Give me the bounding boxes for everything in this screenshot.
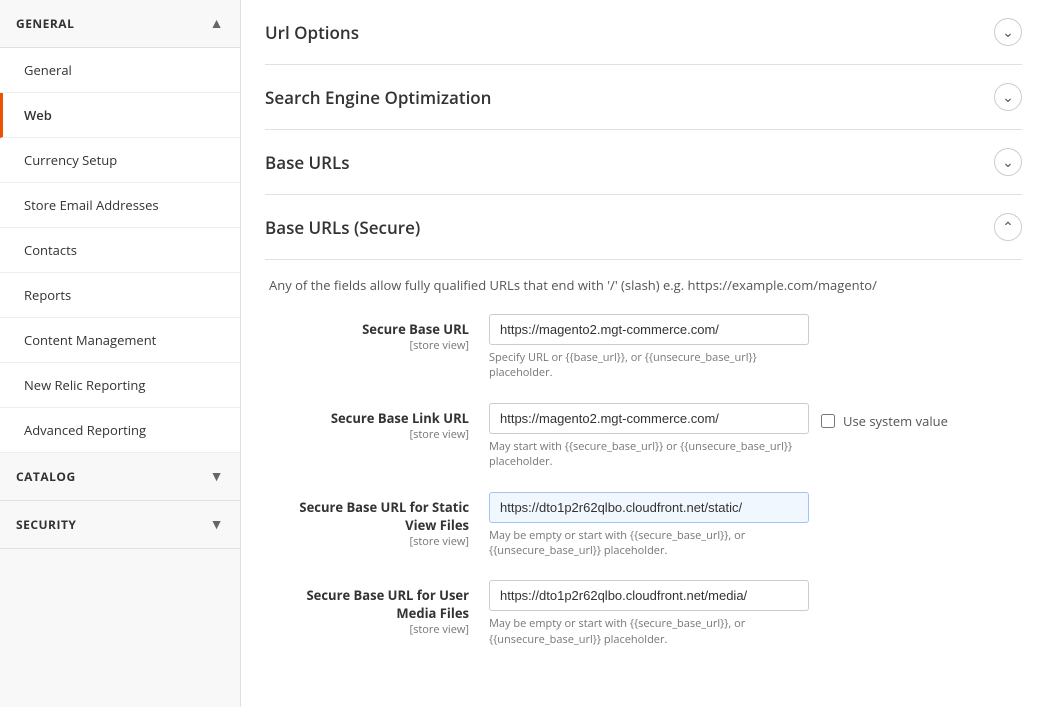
sublabel-secure-base-url-static: [store view] bbox=[269, 534, 469, 549]
system-value-row: Use system value bbox=[821, 412, 948, 430]
chevron-up-icon: ⌃ bbox=[1002, 218, 1014, 237]
sidebar-item-web[interactable]: Web bbox=[0, 93, 240, 138]
section-url-options[interactable]: Url Options ⌄ bbox=[265, 0, 1022, 65]
label-secure-base-url-media: Secure Base URL for User Media Files bbox=[269, 586, 469, 622]
sublabel-secure-base-url-media: [store view] bbox=[269, 622, 469, 637]
sidebar-section-catalog[interactable]: CATALOG ▼ bbox=[0, 453, 240, 501]
section-url-options-title: Url Options bbox=[265, 21, 359, 44]
help-secure-base-link-url: May start with {{secure_base_url}} or {{… bbox=[489, 439, 809, 470]
label-secure-base-url-static: Secure Base URL for Static View Files bbox=[269, 498, 469, 534]
help-secure-base-url: Specify URL or {{base_url}}, or {{unsecu… bbox=[489, 350, 809, 381]
sidebar-item-content-management[interactable]: Content Management bbox=[0, 318, 240, 363]
form-row-secure-base-url-media: Secure Base URL for User Media Files [st… bbox=[265, 580, 1022, 647]
sidebar-section-catalog-label: CATALOG bbox=[16, 468, 76, 485]
sidebar-item-new-relic[interactable]: New Relic Reporting bbox=[0, 363, 240, 408]
label-col-secure-base-link-url: Secure Base Link URL [store view] bbox=[269, 403, 489, 442]
label-secure-base-url: Secure Base URL bbox=[269, 320, 469, 338]
input-col-secure-base-url-static: May be empty or start with {{secure_base… bbox=[489, 492, 1018, 559]
sublabel-secure-base-url: [store view] bbox=[269, 338, 469, 353]
sidebar-section-general-label: GENERAL bbox=[16, 15, 74, 32]
system-value-checkbox[interactable] bbox=[821, 414, 835, 428]
sidebar-item-general[interactable]: General bbox=[0, 48, 240, 93]
sidebar-item-advanced-reporting[interactable]: Advanced Reporting bbox=[0, 408, 240, 453]
sidebar: GENERAL ▲ General Web Currency Setup Sto… bbox=[0, 0, 241, 707]
input-secure-base-url-static[interactable] bbox=[489, 492, 809, 523]
label-col-secure-base-url: Secure Base URL [store view] bbox=[269, 314, 489, 353]
section-base-urls-title: Base URLs bbox=[265, 151, 350, 174]
sidebar-item-reports[interactable]: Reports bbox=[0, 273, 240, 318]
section-base-urls-secure[interactable]: Base URLs (Secure) ⌃ bbox=[265, 195, 1022, 260]
section-base-urls-secure-title: Base URLs (Secure) bbox=[265, 216, 420, 239]
input-secure-base-link-url[interactable] bbox=[489, 403, 809, 434]
input-col-secure-base-url-media: May be empty or start with {{secure_base… bbox=[489, 580, 1018, 647]
form-row-secure-base-url: Secure Base URL [store view] Specify URL… bbox=[265, 314, 1022, 381]
sidebar-section-general[interactable]: GENERAL ▲ bbox=[0, 0, 240, 48]
chevron-down-icon: ⌄ bbox=[1002, 23, 1014, 42]
section-base-urls[interactable]: Base URLs ⌄ bbox=[265, 130, 1022, 195]
input-col-secure-base-url: Specify URL or {{base_url}}, or {{unsecu… bbox=[489, 314, 1018, 381]
chevron-down-icon-seo: ⌄ bbox=[1002, 88, 1014, 107]
section-seo-title: Search Engine Optimization bbox=[265, 86, 491, 109]
sidebar-item-currency-setup[interactable]: Currency Setup bbox=[0, 138, 240, 183]
section-seo-toggle[interactable]: ⌄ bbox=[994, 83, 1022, 111]
chevron-down-icon-base-urls: ⌄ bbox=[1002, 153, 1014, 172]
sidebar-item-store-email[interactable]: Store Email Addresses bbox=[0, 183, 240, 228]
sidebar-section-security-label: SECURITY bbox=[16, 516, 76, 533]
input-secure-base-url-media[interactable] bbox=[489, 580, 809, 611]
sidebar-section-security[interactable]: SECURITY ▼ bbox=[0, 501, 240, 549]
main-content: Url Options ⌄ Search Engine Optimization… bbox=[241, 0, 1046, 707]
sublabel-secure-base-link-url: [store view] bbox=[269, 427, 469, 442]
sidebar-item-contacts[interactable]: Contacts bbox=[0, 228, 240, 273]
sidebar-section-catalog-chevron: ▼ bbox=[210, 467, 224, 486]
section-seo[interactable]: Search Engine Optimization ⌄ bbox=[265, 65, 1022, 130]
form-row-secure-base-link-url: Secure Base Link URL [store view] Use sy… bbox=[265, 403, 1022, 470]
base-urls-secure-content: Any of the fields allow fully qualified … bbox=[265, 260, 1022, 685]
inline-row-link-url: Use system value bbox=[489, 403, 1018, 434]
form-row-secure-base-url-static: Secure Base URL for Static View Files [s… bbox=[265, 492, 1022, 559]
section-description: Any of the fields allow fully qualified … bbox=[265, 276, 1022, 294]
input-secure-base-url[interactable] bbox=[489, 314, 809, 345]
help-secure-base-url-static: May be empty or start with {{secure_base… bbox=[489, 528, 809, 559]
label-col-secure-base-url-media: Secure Base URL for User Media Files [st… bbox=[269, 580, 489, 637]
input-col-secure-base-link-url: Use system value May start with {{secure… bbox=[489, 403, 1018, 470]
sidebar-section-general-chevron: ▲ bbox=[210, 14, 224, 33]
sidebar-section-security-chevron: ▼ bbox=[210, 515, 224, 534]
label-col-secure-base-url-static: Secure Base URL for Static View Files [s… bbox=[269, 492, 489, 549]
system-value-label: Use system value bbox=[843, 412, 948, 430]
section-base-urls-secure-toggle[interactable]: ⌃ bbox=[994, 213, 1022, 241]
help-secure-base-url-media: May be empty or start with {{secure_base… bbox=[489, 616, 809, 647]
section-base-urls-toggle[interactable]: ⌄ bbox=[994, 148, 1022, 176]
label-secure-base-link-url: Secure Base Link URL bbox=[269, 409, 469, 427]
section-url-options-toggle[interactable]: ⌄ bbox=[994, 18, 1022, 46]
